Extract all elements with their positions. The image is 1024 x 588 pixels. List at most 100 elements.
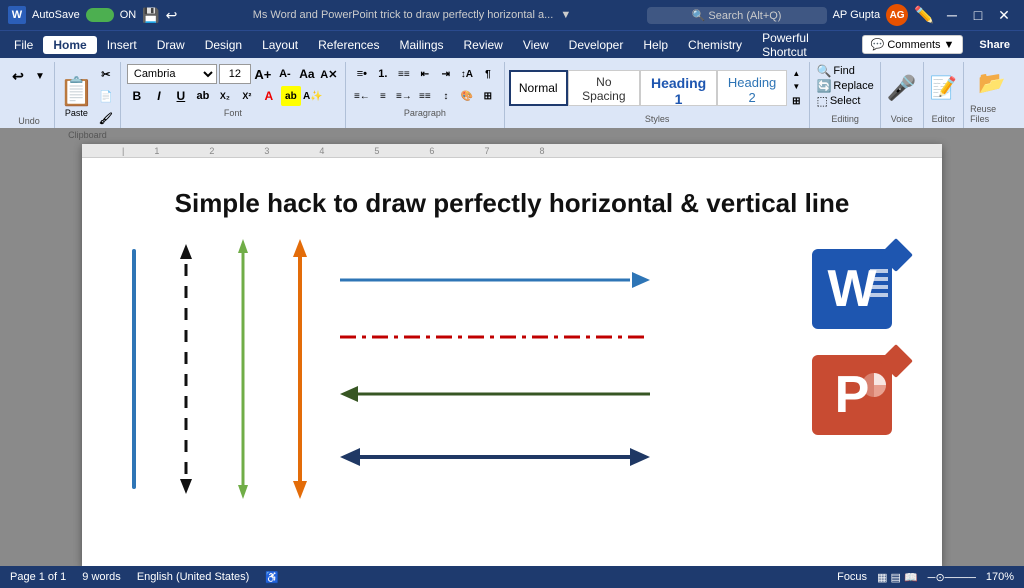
menu-references[interactable]: References (308, 36, 389, 54)
word-count: 9 words (82, 571, 121, 584)
menu-layout[interactable]: Layout (252, 36, 308, 54)
bold-button[interactable]: B (127, 86, 147, 106)
share-button[interactable]: Share (969, 35, 1020, 55)
search-bar[interactable]: 🔍 Search (Alt+Q) (647, 7, 827, 24)
zoom-slider[interactable]: ─⊙──── (928, 571, 976, 584)
menu-insert[interactable]: Insert (97, 36, 147, 54)
clipboard-label: Clipboard (68, 128, 107, 142)
copy-button[interactable]: 📄 (96, 86, 116, 106)
increase-indent-button[interactable]: ⇥ (436, 64, 456, 84)
paragraph-label: Paragraph (352, 106, 498, 120)
comments-icon: 💬 (871, 38, 885, 51)
title-bar-left: W AutoSave ON 💾 ↩ (8, 6, 177, 24)
clear-format-button[interactable]: A✕ (319, 64, 339, 84)
autosave-state: ON (120, 9, 137, 21)
view-icons: ▦ ▤ 📖 (877, 571, 918, 584)
increase-font-button[interactable]: A+ (253, 64, 273, 84)
decrease-font-button[interactable]: A- (275, 64, 295, 84)
align-left-button[interactable]: ≡← (352, 86, 372, 106)
justify-button[interactable]: ≡≡ (415, 86, 435, 106)
format-painter-button[interactable]: 🖌 (96, 108, 116, 128)
subscript-button[interactable]: X₂ (215, 86, 235, 106)
align-center-button[interactable]: ≡ (373, 86, 393, 106)
document-page[interactable]: | 1 2 3 4 5 6 7 8 Simple hack to draw pe… (82, 144, 942, 566)
accessibility-icon: ♿ (265, 571, 279, 584)
status-right: Focus ▦ ▤ 📖 ─⊙──── 170% (837, 571, 1014, 584)
select-icon: ⬚ (816, 94, 827, 108)
document-body: Simple hack to draw perfectly horizontal… (122, 188, 902, 499)
menu-chemistry[interactable]: Chemistry (678, 36, 752, 54)
autosave-toggle[interactable] (86, 8, 114, 22)
reuse-files-button[interactable]: 📂 (978, 64, 1005, 102)
style-nospacing[interactable]: No Spacing (568, 70, 641, 106)
line-spacing-button[interactable]: ↕ (436, 86, 456, 106)
font-selector[interactable]: Cambria (127, 64, 217, 84)
style-normal[interactable]: Normal (509, 70, 568, 106)
status-bar: Page 1 of 1 9 words English (United Stat… (0, 566, 1024, 588)
underline-button[interactable]: U (171, 86, 191, 106)
menu-powerful-shortcut[interactable]: Powerful Shortcut (752, 29, 862, 61)
avatar: AG (886, 4, 908, 26)
style-heading1[interactable]: Heading 1 (640, 70, 717, 106)
find-button[interactable]: 🔍 Find (816, 64, 873, 78)
menu-design[interactable]: Design (195, 36, 252, 54)
comments-button[interactable]: 💬 Comments ▼ (862, 35, 964, 54)
superscript-button[interactable]: X² (237, 86, 257, 106)
powerpoint-icon-large: P (812, 355, 902, 445)
align-right-button[interactable]: ≡→ (394, 86, 414, 106)
menu-help[interactable]: Help (633, 36, 678, 54)
vertical-lines-section (122, 239, 330, 499)
multilevel-list-button[interactable]: ≡≡ (394, 64, 414, 84)
styles-scroll-button[interactable]: ▲ ▼ ⊞ (787, 64, 805, 112)
find-label: Find (833, 65, 854, 77)
title-dropdown-icon[interactable]: ▼ (560, 9, 571, 21)
style-heading2[interactable]: Heading 2 (717, 70, 787, 106)
menu-review[interactable]: Review (454, 36, 513, 54)
numbering-button[interactable]: 1. (373, 64, 393, 84)
shading-button[interactable]: 🎨 (457, 86, 477, 106)
autosave-label: AutoSave (32, 9, 80, 21)
menu-home[interactable]: Home (43, 36, 96, 54)
undo-label: Undo (18, 114, 40, 128)
undo-icon[interactable]: ↩ (166, 7, 178, 24)
menu-file[interactable]: File (4, 36, 43, 54)
editor-label: Editor (932, 112, 956, 126)
dictate-button[interactable]: 🎤 (887, 64, 917, 112)
comments-label: Comments (887, 39, 940, 51)
undo-button[interactable]: ↩ (8, 66, 28, 86)
decrease-indent-button[interactable]: ⇤ (415, 64, 435, 84)
close-button[interactable]: ✕ (992, 5, 1016, 25)
editing-label: Editing (816, 112, 873, 126)
bullets-button[interactable]: ≡• (352, 64, 372, 84)
italic-button[interactable]: I (149, 86, 169, 106)
menu-mailings[interactable]: Mailings (389, 36, 453, 54)
change-case-button[interactable]: Aa (297, 64, 317, 84)
strikethrough-button[interactable]: ab (193, 86, 213, 106)
redo-button[interactable]: ▼ (30, 66, 50, 86)
focus-label[interactable]: Focus (837, 571, 867, 583)
word-icon: W (8, 6, 26, 24)
menu-draw[interactable]: Draw (147, 36, 195, 54)
show-hide-button[interactable]: ¶ (478, 64, 498, 84)
font-size-input[interactable] (219, 64, 251, 84)
editor-button[interactable]: 📝 (930, 64, 957, 112)
replace-button[interactable]: 🔄 Replace (816, 79, 873, 93)
dashed-vertical-line (176, 239, 196, 499)
menu-developer[interactable]: Developer (559, 36, 634, 54)
minimize-button[interactable]: ─ (940, 5, 964, 25)
font-color-button[interactable]: A (259, 86, 279, 106)
sort-button[interactable]: ↕A (457, 64, 477, 84)
select-button[interactable]: ⬚ Select (816, 94, 873, 108)
word-icon-large: W (812, 249, 902, 339)
replace-label: Replace (833, 80, 873, 92)
text-effects-button[interactable]: A✨ (303, 86, 323, 106)
pen-icon[interactable]: ✏️ (914, 5, 934, 25)
cut-button[interactable]: ✂ (96, 64, 116, 84)
highlight-button[interactable]: ab (281, 86, 301, 106)
find-icon: 🔍 (816, 64, 831, 78)
paste-button[interactable]: 📋 Paste (59, 75, 94, 118)
menu-view[interactable]: View (513, 36, 559, 54)
maximize-button[interactable]: □ (966, 5, 990, 25)
borders-button[interactable]: ⊞ (478, 86, 498, 106)
save-icon[interactable]: 💾 (142, 7, 159, 24)
